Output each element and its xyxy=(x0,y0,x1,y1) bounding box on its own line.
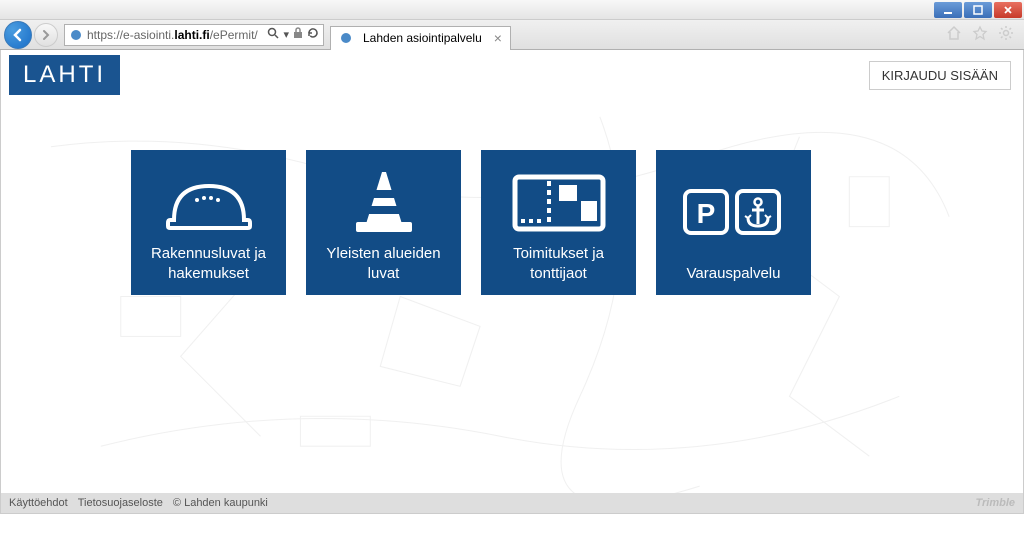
search-icon[interactable] xyxy=(267,27,279,42)
home-icon[interactable] xyxy=(946,25,962,44)
footer-privacy-link[interactable]: Tietosuojaseloste xyxy=(78,497,163,509)
tile-label: Varauspalvelu xyxy=(687,264,781,284)
tile-label: Rakennusluvat ja hakemukset xyxy=(139,244,278,283)
tile-label: Toimitukset ja tonttijaot xyxy=(489,244,628,283)
maximize-button[interactable] xyxy=(964,2,992,18)
site-icon xyxy=(69,28,83,42)
lock-icon xyxy=(293,27,303,42)
plot-icon xyxy=(489,162,628,244)
footer-terms-link[interactable]: Käyttöehdot xyxy=(9,497,68,509)
address-bar[interactable]: https://e-asiointi.lahti.fi/ePermit/ ▾ xyxy=(64,24,324,46)
settings-icon[interactable] xyxy=(998,25,1014,44)
favorites-icon[interactable] xyxy=(972,25,988,44)
footer-brand: Trimble xyxy=(975,497,1015,509)
page-content: LAHTI KIRJAUDU SISÄÄN Rakennusluvat ja h… xyxy=(0,50,1024,514)
page-footer: Käyttöehdot Tietosuojaseloste © Lahden k… xyxy=(1,493,1023,513)
site-logo[interactable]: LAHTI xyxy=(9,55,120,95)
tile-rakennusluvat[interactable]: Rakennusluvat ja hakemukset xyxy=(131,150,286,295)
page-header: LAHTI KIRJAUDU SISÄÄN xyxy=(1,50,1023,100)
nav-back-button[interactable] xyxy=(4,21,32,49)
svg-text:P: P xyxy=(696,198,715,229)
refresh-icon[interactable] xyxy=(307,27,319,42)
url-text: https://e-asiointi.lahti.fi/ePermit/ xyxy=(87,28,267,42)
tile-yleisten-alueiden[interactable]: Yleisten alueiden luvat xyxy=(306,150,461,295)
tiles-row: Rakennusluvat ja hakemukset Yleisten alu… xyxy=(1,100,1023,295)
tab-favicon xyxy=(339,31,353,45)
tile-varauspalvelu[interactable]: P Varauspalvelu xyxy=(656,150,811,295)
tile-toimitukset[interactable]: Toimitukset ja tonttijaot xyxy=(481,150,636,295)
reservation-icon: P xyxy=(664,162,803,264)
browser-tools xyxy=(946,25,1020,44)
nav-forward-button[interactable] xyxy=(34,23,58,47)
close-button[interactable] xyxy=(994,2,1022,18)
browser-tab[interactable]: Lahden asiointipalvelu × xyxy=(330,26,511,50)
minimize-button[interactable] xyxy=(934,2,962,18)
tile-label: Yleisten alueiden luvat xyxy=(314,244,453,283)
login-button[interactable]: KIRJAUDU SISÄÄN xyxy=(869,61,1011,90)
tab-close-icon[interactable]: × xyxy=(494,30,502,46)
dropdown-icon[interactable]: ▾ xyxy=(283,28,289,41)
cone-icon xyxy=(314,162,453,244)
browser-toolbar: https://e-asiointi.lahti.fi/ePermit/ ▾ L… xyxy=(0,20,1024,50)
footer-copyright: © Lahden kaupunki xyxy=(173,497,268,509)
tab-title: Lahden asiointipalvelu xyxy=(363,31,482,45)
window-titlebar xyxy=(0,0,1024,20)
hardhat-icon xyxy=(139,162,278,244)
